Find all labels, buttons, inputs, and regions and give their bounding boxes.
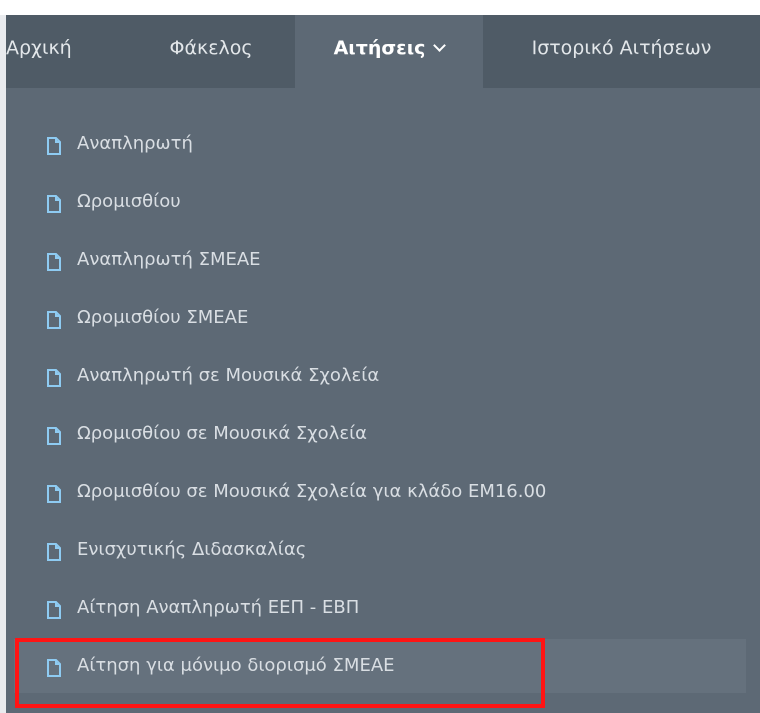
document-icon [47, 601, 61, 619]
dropdown-item-hourly-smeae[interactable]: Ωρομισθίου ΣΜΕΑΕ [14, 291, 746, 345]
dropdown-item-label: Αίτηση Αναπληρωτή ΕΕΠ - ΕΒΠ [77, 597, 360, 618]
document-icon [47, 659, 61, 677]
screenshot-frame: Αρχική Φάκελος Αιτήσεις Ιστορικό Αιτήσεω… [0, 0, 760, 713]
dropdown-item-label: Αίτηση για μόνιμο διορισμό ΣΜΕΑΕ [77, 655, 395, 676]
nav-item-application-history[interactable]: Ιστορικό Αιτήσεων [483, 15, 760, 88]
document-icon [47, 485, 61, 503]
nav-item-applications[interactable]: Αιτήσεις [295, 15, 483, 88]
dropdown-item-substitute-music-schools[interactable]: Αναπληρωτή σε Μουσικά Σχολεία [14, 349, 746, 403]
dropdown-item-hourly-music-schools[interactable]: Ωρομισθίου σε Μουσικά Σχολεία [14, 407, 746, 461]
document-icon [47, 253, 61, 271]
dropdown-item-label: Ωρομισθίου [77, 191, 181, 212]
dropdown-item-label: Αναπληρωτή σε Μουσικά Σχολεία [77, 365, 380, 386]
nav-item-home[interactable]: Αρχική [6, 15, 127, 88]
nav-item-label: Ιστορικό Αιτήσεων [531, 37, 712, 59]
dropdown-item-hourly-music-schools-em16[interactable]: Ωρομισθίου σε Μουσικά Σχολεία για κλάδο … [14, 465, 746, 519]
document-icon [47, 369, 61, 387]
document-icon [47, 543, 61, 561]
dropdown-item-label: Ωρομισθίου ΣΜΕΑΕ [77, 307, 249, 328]
main-menu: Αρχική Φάκελος Αιτήσεις Ιστορικό Αιτήσεω… [6, 15, 760, 713]
nav-item-folder[interactable]: Φάκελος [127, 15, 295, 88]
nav-item-label: Φάκελος [169, 37, 253, 59]
dropdown-item-label: Ενισχυτικής Διδασκαλίας [77, 539, 307, 560]
nav-item-label: Αρχική [6, 37, 72, 59]
dropdown-item-label: Ωρομισθίου σε Μουσικά Σχολεία [77, 423, 368, 444]
dropdown-item-remedial-teaching[interactable]: Ενισχυτικής Διδασκαλίας [14, 523, 746, 577]
document-icon [47, 137, 61, 155]
dropdown-item-substitute-eep-evp[interactable]: Αίτηση Αναπληρωτή ΕΕΠ - ΕΒΠ [14, 581, 746, 635]
dropdown-item-label: Ωρομισθίου σε Μουσικά Σχολεία για κλάδο … [77, 481, 547, 502]
dropdown-item-substitute[interactable]: Αναπληρωτή [14, 117, 746, 171]
dropdown-item-label: Αναπληρωτή ΣΜΕΑΕ [77, 249, 261, 270]
dropdown-item-substitute-smeae[interactable]: Αναπληρωτή ΣΜΕΑΕ [14, 233, 746, 287]
dropdown-item-permanent-appointment-smeae[interactable]: Αίτηση για μόνιμο διορισμό ΣΜΕΑΕ [14, 639, 746, 693]
document-icon [47, 311, 61, 329]
dropdown-item-hourly[interactable]: Ωρομισθίου [14, 175, 746, 229]
document-icon [47, 427, 61, 445]
nav-applications-label: Αιτήσεις [333, 37, 426, 59]
dropdown-item-label: Αναπληρωτή [77, 133, 193, 154]
top-navbar: Αρχική Φάκελος Αιτήσεις Ιστορικό Αιτήσεω… [6, 15, 760, 88]
document-icon [47, 195, 61, 213]
chevron-down-icon [433, 39, 447, 52]
nav-item-label: Αιτήσεις [295, 15, 483, 81]
